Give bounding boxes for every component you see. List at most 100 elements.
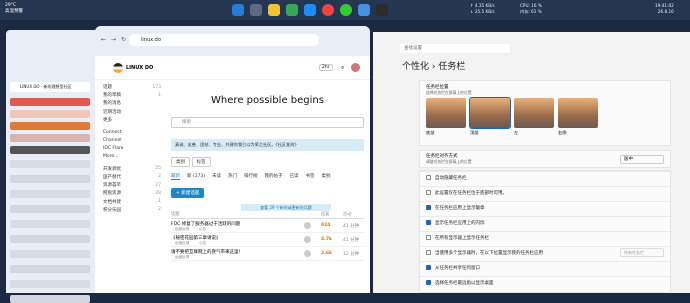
tab-item[interactable] (10, 280, 90, 288)
topic-tab[interactable]: 热门 (228, 174, 237, 179)
weather-widget[interactable]: 29°C 高温预警 (5, 3, 23, 15)
forward-icon[interactable]: → (111, 36, 116, 43)
sidebar-item[interactable]: 积分乐园 2 (103, 206, 161, 214)
sidebar-item[interactable]: 开发调优 25 (103, 165, 161, 173)
sidebar-item[interactable]: More... (103, 153, 161, 161)
setting-option[interactable]: 选择任务栏最远角以显示桌面 (420, 276, 672, 287)
topic-tab[interactable]: 书签 (306, 174, 315, 179)
topic-row[interactable]: FOC 修复了服务器过于活跃的问题 运营反馈 公告 824 41 分钟 (171, 219, 364, 233)
checkbox[interactable] (426, 265, 431, 270)
tab-item[interactable] (10, 190, 90, 198)
tab-item[interactable] (10, 98, 90, 106)
start-icon[interactable] (232, 4, 244, 16)
clock-date: 26.8.16 (657, 9, 674, 14)
alignment-dropdown[interactable]: 居中 (620, 155, 664, 164)
topic-tab[interactable]: 已读 (290, 174, 299, 179)
topic-tab[interactable]: 未读 (212, 174, 221, 179)
sidebar-item[interactable]: 网盘资源 28 (103, 189, 161, 197)
setting-option[interactable]: 当使用多个显示器时，在以下位置显示我的任务栏应用 所有任务栏 (420, 246, 672, 257)
new-topic-button[interactable]: + 新建话题 (171, 188, 205, 198)
tag-filter[interactable]: 标签 (191, 157, 211, 167)
tab-item[interactable] (10, 175, 90, 183)
file-explorer-icon[interactable] (268, 4, 280, 16)
settings-search-input[interactable]: 查找设置 (400, 44, 510, 53)
position-option[interactable]: 左 (514, 98, 554, 136)
topic-row[interactable]: 《秘密花园第三章请说》 运营反馈 公告 4.7k 41 分钟 (171, 233, 364, 247)
search-icon[interactable]: ⌕ (341, 64, 344, 72)
sidebar-item[interactable]: IDC Flare (103, 144, 161, 152)
tab-item[interactable] (10, 160, 90, 168)
time-dropdown[interactable]: 2hr (319, 64, 333, 71)
tab-item[interactable] (10, 235, 90, 243)
checkbox[interactable] (426, 175, 431, 180)
address-bar[interactable]: linux.do (129, 34, 319, 46)
topic-tab[interactable]: 排行榜 (244, 174, 258, 179)
app-icon[interactable] (286, 4, 298, 16)
checkbox[interactable] (426, 190, 431, 195)
sidebar-item[interactable]: 国产替代 2 (103, 173, 161, 181)
sidebar-item-count: 27 (155, 182, 161, 188)
edge-icon[interactable] (304, 4, 316, 16)
tab-item[interactable] (10, 220, 90, 228)
topic-row[interactable]: 请不要把互联网上的戾气带来这里！ 运营反馈 2.6k 12 分钟 (171, 247, 364, 261)
sidebar-item[interactable]: 我的草稿 1 (103, 91, 161, 99)
search-icon[interactable] (250, 4, 262, 16)
sidebar-item[interactable]: 话题 173 (103, 83, 161, 91)
checkbox[interactable] (426, 220, 431, 225)
avatar[interactable] (351, 63, 360, 72)
position-option[interactable]: 右侧 (558, 98, 598, 136)
tab-item[interactable] (10, 250, 90, 258)
new-topics-banner[interactable]: 查看 29 个新的或更新的话题 (241, 204, 331, 211)
topic-tag[interactable]: 公告 (199, 241, 206, 246)
site-logo-text[interactable]: LINUX DO (126, 65, 153, 71)
topic-category[interactable]: 运营反馈 (175, 227, 189, 232)
tab-item[interactable] (10, 205, 90, 213)
category-filter[interactable]: 类别 (171, 157, 190, 167)
settings-icon[interactable] (358, 4, 370, 16)
topic-tag[interactable]: 公告 (199, 227, 206, 232)
sidebar-item[interactable]: 文档共建 1 (103, 197, 161, 205)
checkbox[interactable] (426, 205, 431, 210)
sidebar-item[interactable]: Channel (103, 136, 161, 144)
multi-display-dropdown[interactable]: 所有任务栏 (620, 248, 664, 257)
linuxdo-logo-icon[interactable] (113, 63, 123, 73)
topic-tab[interactable]: 类别 (322, 174, 331, 179)
topic-tab[interactable]: 我的帖子 (265, 174, 283, 179)
tab-item[interactable] (10, 122, 90, 130)
setting-option[interactable]: 显示任务栏应用上的闪烁 (420, 216, 672, 227)
tab-item[interactable] (10, 295, 90, 303)
setting-option[interactable]: 自动隐藏任务栏 (420, 171, 672, 182)
position-option[interactable]: 顶部 (469, 97, 511, 136)
checkbox[interactable] (426, 280, 431, 285)
setting-option[interactable]: 在任务栏应用上显示徽章 (420, 201, 672, 212)
topic-category[interactable]: 运营反馈 (175, 255, 189, 260)
mem-usage: 内存: 61 % (520, 9, 542, 14)
back-icon[interactable]: ← (101, 36, 106, 43)
sidebar-item[interactable]: 我的消息 (103, 99, 161, 107)
reload-icon[interactable]: ↻ (121, 36, 126, 43)
breadcrumb-parent[interactable]: 个性化 (402, 62, 429, 72)
sidebar-item[interactable]: 更多 (103, 116, 161, 124)
setting-option[interactable]: 此设置仅在任务栏位于底部时可用。 (420, 186, 672, 197)
tab-item[interactable] (10, 134, 90, 142)
sidebar-item[interactable]: 近期活动 (103, 108, 161, 116)
checkbox[interactable] (426, 250, 431, 255)
tab-linuxdo[interactable]: LINUX DO - 新的理想型社区 (10, 82, 90, 92)
search-input[interactable]: 搜索 (171, 117, 364, 128)
tab-item[interactable] (10, 110, 90, 118)
clock[interactable]: 19:41:02 26.8.16 (655, 3, 674, 15)
topic-tab[interactable]: 新 (173) (187, 174, 205, 179)
tab-item[interactable] (10, 265, 90, 273)
position-option[interactable]: 底部 (426, 98, 466, 136)
setting-option[interactable]: 从任务栏共享任何窗口 (420, 261, 672, 272)
sidebar-item[interactable]: 资源荟萃 27 (103, 181, 161, 189)
setting-option[interactable]: 在所有显示器上显示任务栏 (420, 231, 672, 242)
topic-tab[interactable]: 最新 (171, 174, 180, 180)
terminal-icon[interactable] (376, 4, 388, 16)
checkbox[interactable] (426, 235, 431, 240)
chrome-icon[interactable] (322, 4, 334, 16)
topic-category[interactable]: 运营反馈 (175, 241, 189, 246)
wechat-icon[interactable] (340, 4, 352, 16)
sidebar-item[interactable]: Connect (103, 128, 161, 136)
tab-item[interactable] (10, 146, 90, 154)
